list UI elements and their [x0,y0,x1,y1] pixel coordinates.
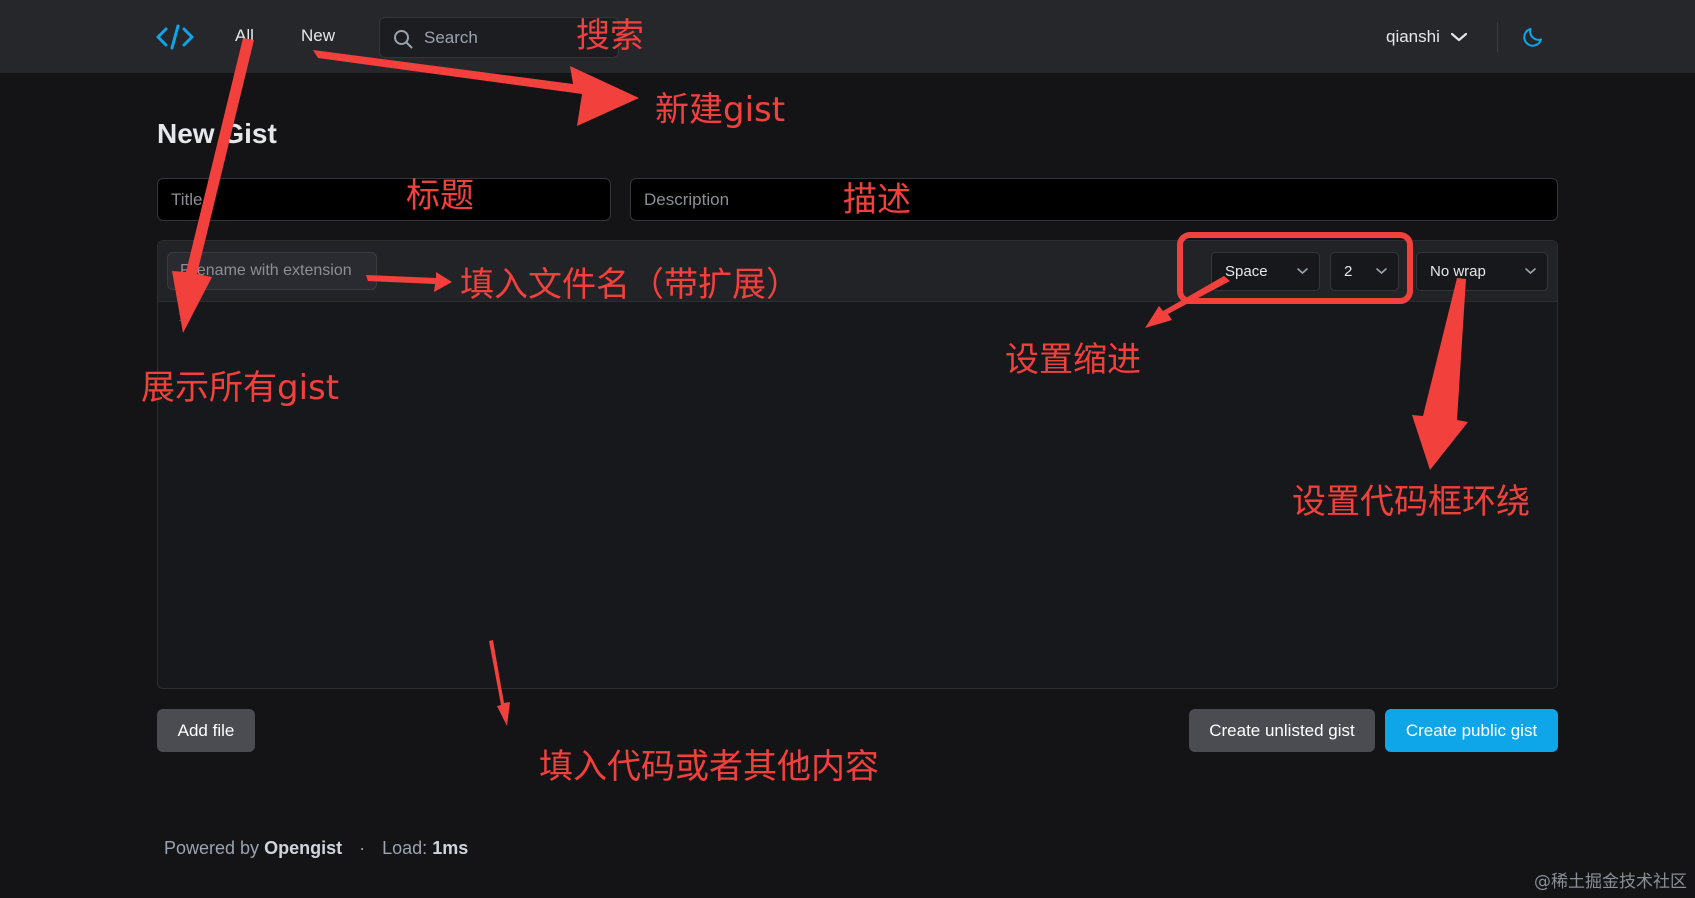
nav-divider [1497,22,1498,52]
load-value: 1ms [432,838,469,858]
annotation-indent: 设置缩进 [1005,340,1141,380]
annotation-show-all: 展示所有gist [141,368,340,408]
moon-icon[interactable] [1521,25,1545,49]
wrap-select[interactable]: No wrap [1416,252,1548,291]
annotation-search: 搜索 [576,16,644,56]
annotation-new-gist: 新建gist [655,90,786,130]
powered-by-label: Powered by [164,838,260,858]
nav-all-link[interactable]: All [235,26,254,46]
search-icon [394,30,413,49]
opengist-link[interactable]: Opengist [264,838,342,858]
chevron-down-icon [1450,32,1467,42]
footer-separator: · [359,838,366,858]
add-file-button[interactable]: Add file [157,709,255,752]
nav-new-link[interactable]: New [301,26,335,46]
annotation-code: 填入代码或者其他内容 [539,747,879,787]
page-title: New Gist [157,118,277,149]
indent-size-select[interactable]: 2 [1330,252,1399,291]
user-menu[interactable]: qianshi [1386,24,1468,50]
footer: Powered by Opengist · Load: 1ms [164,838,468,859]
indent-style-value: Space [1225,263,1268,280]
indent-size-value: 2 [1344,263,1353,280]
indent-style-select[interactable]: Space [1211,252,1320,291]
username-label: qianshi [1386,27,1440,46]
description-field[interactable] [630,178,1558,221]
navbar: All New qianshi [0,0,1695,73]
title-field[interactable] [157,178,611,221]
code-editor: Space 2 No wrap 1 [157,240,1558,689]
watermark: @稀土掘金技术社区 [1534,872,1687,892]
chevron-down-icon [1297,268,1308,275]
annotation-description: 描述 [843,180,911,220]
load-label: Load: [382,838,428,858]
annotation-wrap: 设置代码框环绕 [1292,482,1530,522]
create-unlisted-button[interactable]: Create unlisted gist [1189,709,1375,752]
annotation-filename: 填入文件名（带扩展） [460,265,800,305]
filename-input[interactable] [167,252,377,290]
editor-header: Space 2 No wrap [158,241,1557,302]
annotation-title: 标题 [406,176,474,216]
wrap-value: No wrap [1430,263,1486,280]
line-number: 1 [178,310,187,326]
chevron-down-icon [1525,268,1536,275]
code-logo-icon[interactable] [156,22,194,52]
create-public-button[interactable]: Create public gist [1385,709,1558,752]
chevron-down-icon [1376,268,1387,275]
